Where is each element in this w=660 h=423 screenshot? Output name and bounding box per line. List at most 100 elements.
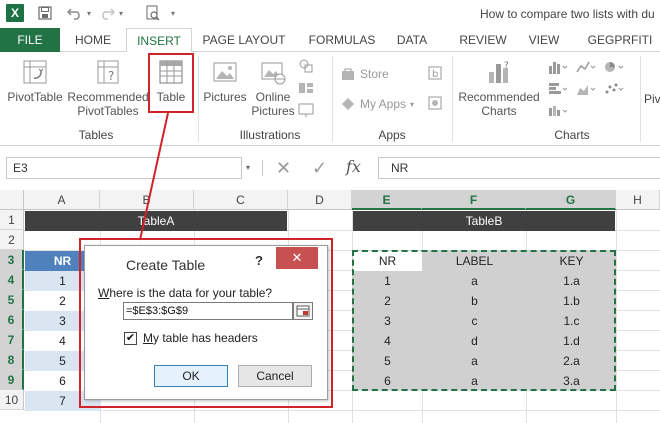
screenshot-button[interactable] — [298, 102, 314, 118]
confirm-entry-icon[interactable]: ✓ — [312, 158, 327, 179]
column-header-h[interactable]: H — [616, 190, 660, 210]
area-chart-button[interactable] — [576, 82, 596, 96]
name-box[interactable]: E3 — [6, 157, 242, 179]
tab-gegprfiti[interactable]: GEGPRFITI — [582, 28, 658, 52]
select-all-corner[interactable] — [0, 190, 24, 210]
tables-group-label: Tables — [78, 128, 114, 142]
shapes-button[interactable] — [298, 58, 314, 74]
store-button[interactable]: Store — [340, 66, 389, 82]
row-header-1[interactable]: 1 — [0, 210, 24, 230]
help-icon[interactable]: ? — [255, 253, 263, 268]
cancel-button[interactable]: Cancel — [238, 365, 312, 387]
column-header-e[interactable]: E — [352, 190, 422, 210]
formula-input[interactable]: NR — [378, 157, 660, 179]
recommended-charts-icon: ? — [489, 61, 509, 83]
tab-page-layout[interactable]: PAGE LAYOUT — [196, 28, 292, 52]
range-select-icon — [296, 305, 310, 317]
collapse-dialog-button[interactable] — [293, 302, 313, 320]
redo-dropdown-icon[interactable]: ▾ — [116, 4, 126, 22]
range-input[interactable] — [123, 302, 293, 320]
scatter-chart-button[interactable] — [604, 82, 624, 96]
column-chart-icon — [549, 62, 568, 74]
store-icon — [342, 68, 354, 80]
save-icon[interactable] — [36, 4, 54, 22]
undo-icon[interactable] — [66, 4, 84, 22]
column-header-a[interactable]: A — [24, 190, 100, 210]
gridline — [616, 210, 617, 423]
customize-toolbar-icon[interactable]: ▾ — [168, 4, 178, 22]
pictures-button[interactable]: Pictures — [202, 58, 248, 104]
headers-checkbox-text: y table has headers — [153, 331, 258, 345]
recommended-charts-button[interactable]: ? Recommended Charts — [456, 58, 542, 118]
recommended-charts-label-1: Recommended — [458, 90, 540, 104]
name-box-dropdown-icon[interactable]: ▾ — [246, 163, 250, 172]
row-header-6[interactable]: 6 — [0, 310, 24, 330]
pivotchart-button[interactable]: Piv — [644, 92, 660, 106]
row-header-4[interactable]: 4 — [0, 270, 24, 290]
recommended-pivottables-label-1: Recommended — [67, 90, 149, 104]
tab-insert[interactable]: INSERT — [126, 28, 192, 53]
headers-checkbox-label[interactable]: My table has headers — [143, 331, 258, 345]
online-pictures-label-1: Online — [255, 90, 291, 104]
group-separator — [198, 56, 199, 142]
row-header-5[interactable]: 5 — [0, 290, 24, 310]
line-chart-button[interactable] — [576, 60, 596, 74]
bing-maps-button[interactable]: b — [428, 66, 442, 80]
recommended-pivottables-label-2: PivotTables — [77, 104, 139, 118]
bar-chart-button[interactable] — [548, 82, 568, 96]
area-chart-icon — [577, 85, 596, 95]
headers-checkbox[interactable]: ✔ — [124, 332, 137, 345]
column-header-c[interactable]: C — [194, 190, 288, 210]
my-apps-label: My Apps — [360, 97, 407, 111]
row-header-7[interactable]: 7 — [0, 330, 24, 350]
column-header-f[interactable]: F — [422, 190, 526, 210]
bar-chart-icon — [549, 83, 568, 94]
ok-button[interactable]: OK — [154, 365, 228, 387]
people-graph-button[interactable] — [428, 96, 442, 110]
online-pictures-label-2: Pictures — [251, 104, 295, 118]
table-b-banner[interactable]: TableB — [353, 211, 615, 231]
tab-data[interactable]: DATA — [390, 28, 434, 52]
row-header-2[interactable]: 2 — [0, 230, 24, 250]
excel-logo-icon[interactable]: X — [6, 4, 24, 22]
tab-file[interactable]: FILE — [0, 28, 60, 52]
row-header-3[interactable]: 3 — [0, 250, 24, 270]
pie-chart-button[interactable] — [604, 60, 624, 74]
screenshot-icon — [298, 103, 314, 117]
apps-group-label: Apps — [378, 128, 406, 142]
online-pictures-button[interactable]: Online Pictures — [250, 58, 296, 118]
column-header-d[interactable]: D — [288, 190, 352, 210]
redo-icon[interactable] — [98, 4, 116, 22]
column-header-b[interactable]: B — [100, 190, 194, 210]
tab-view[interactable]: VIEW — [522, 28, 566, 52]
column-header-g[interactable]: G — [526, 190, 616, 210]
smartart-button[interactable] — [298, 80, 314, 96]
charts-group-label: Charts — [554, 128, 590, 142]
pivottable-button[interactable]: PivotTable — [2, 58, 68, 104]
gridline — [24, 410, 660, 411]
column-chart-button[interactable] — [548, 60, 568, 74]
tab-formulas[interactable]: FORMULAS — [300, 28, 384, 52]
pictures-label: Pictures — [203, 90, 247, 104]
row-header-10[interactable]: 10 — [0, 390, 24, 410]
my-apps-button[interactable]: My Apps ▾ — [340, 96, 414, 112]
close-icon[interactable]: ✕ — [276, 247, 318, 269]
insert-function-icon[interactable]: fx — [346, 157, 361, 176]
row-header-8[interactable]: 8 — [0, 350, 24, 370]
svg-text:?: ? — [108, 69, 114, 83]
tab-home[interactable]: HOME — [62, 28, 124, 52]
bing-icon: b — [428, 66, 442, 80]
copy-marquee-selection — [352, 250, 616, 391]
print-preview-icon[interactable] — [144, 4, 162, 22]
recommended-pivottables-button[interactable]: ? Recommended PivotTables — [64, 58, 152, 118]
other-charts-button[interactable] — [548, 104, 568, 118]
recommended-charts-label-2: Charts — [481, 104, 517, 118]
cancel-entry-icon[interactable]: ✕ — [276, 158, 291, 179]
range-prompt-text: here is the data for your table? — [109, 286, 273, 300]
row-header-9[interactable]: 9 — [0, 370, 24, 390]
tab-review[interactable]: REVIEW — [452, 28, 514, 52]
table-a-banner[interactable]: TableA — [25, 211, 287, 231]
formula-bar: E3 ▾ ✕ ✓ fx NR — [0, 152, 660, 184]
group-separator — [332, 56, 333, 142]
undo-dropdown-icon[interactable]: ▾ — [84, 4, 94, 22]
